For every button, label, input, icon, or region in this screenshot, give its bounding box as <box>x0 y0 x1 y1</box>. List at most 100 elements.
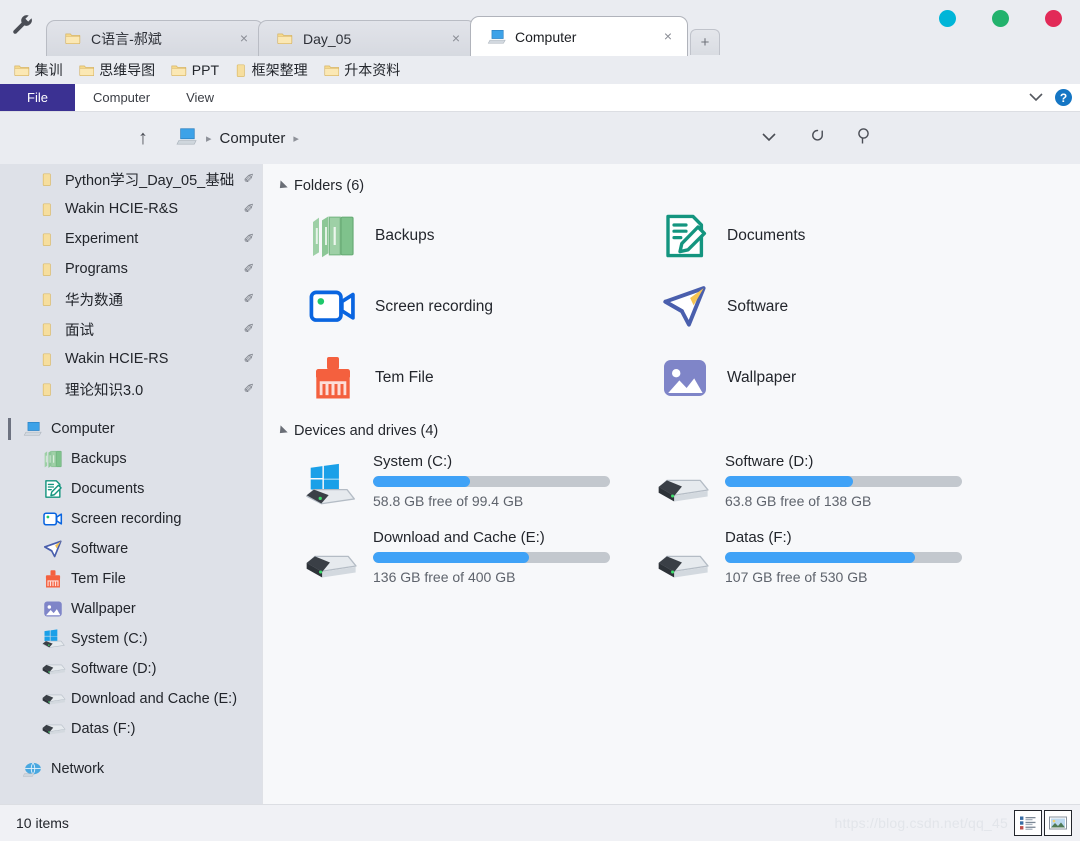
address-dropdown-icon[interactable] <box>745 129 793 147</box>
search-icon[interactable] <box>841 127 889 150</box>
bookmark-5[interactable]: 升本资料 <box>318 58 407 82</box>
sidebar-pinned-4[interactable]: Programs ✐ <box>0 254 263 284</box>
help-icon[interactable]: ? <box>1055 89 1072 106</box>
folders-grid: Backups Documents Screen recording Softw… <box>277 200 1080 413</box>
sidebar-pinned-2[interactable]: Wakin HCIE-R&S ✐ <box>0 194 263 224</box>
large-icons-view-button[interactable] <box>1044 810 1072 836</box>
close-button[interactable] <box>1045 10 1062 27</box>
paper-plane-icon <box>43 540 63 558</box>
bookmark-4[interactable]: 框架整理 <box>229 58 314 82</box>
folder-plain-icon <box>41 262 53 276</box>
close-icon[interactable]: × <box>659 28 677 46</box>
wrench-icon[interactable] <box>0 0 46 56</box>
collapse-triangle-icon-2[interactable] <box>276 425 288 437</box>
folder-item[interactable]: Documents <box>629 200 981 271</box>
nav-item-label: 华为数通 <box>65 292 123 309</box>
video-camera-icon <box>43 511 63 527</box>
tab-3[interactable]: Computer × <box>470 16 688 56</box>
bookmark-label: 框架整理 <box>251 62 308 78</box>
refresh-icon[interactable] <box>793 127 841 149</box>
sidebar-item-wallpaper[interactable]: Wallpaper <box>0 594 263 624</box>
sidebar-pinned-6[interactable]: 面试 ✐ <box>0 314 263 344</box>
computer-icon <box>487 28 507 45</box>
nav-item-label: Experiment <box>65 231 139 247</box>
pin-icon[interactable]: ✐ <box>241 201 257 217</box>
arrow-up-icon[interactable]: ↑ <box>138 127 148 150</box>
nav-item-label: Documents <box>71 481 145 497</box>
pin-icon[interactable]: ✐ <box>241 171 257 187</box>
close-icon[interactable]: × <box>235 30 253 48</box>
bookmark-3[interactable]: PPT <box>165 60 225 80</box>
folder-icon <box>324 63 340 77</box>
folder-item[interactable]: Screen recording <box>277 271 629 342</box>
drive-item[interactable]: System (C:) 58.8 GB free of 99.4 GB <box>277 445 629 521</box>
sidebar-pinned-3[interactable]: Experiment ✐ <box>0 224 263 254</box>
nav-item-label: Network <box>51 761 105 777</box>
sidebar-item-computer[interactable]: Computer <box>0 414 263 444</box>
drives-group-header[interactable]: Devices and drives (4) <box>276 423 1080 439</box>
tab-computer[interactable]: Computer <box>75 84 168 111</box>
folder-icon <box>277 31 293 45</box>
nav-item-label: System (C:) <box>71 631 148 647</box>
folder-item[interactable]: Backups <box>277 200 629 271</box>
sidebar-item-download-and-cache-e[interactable]: Download and Cache (E:) <box>0 684 263 714</box>
folder-item[interactable]: Wallpaper <box>629 342 981 413</box>
folder-plain-icon <box>41 232 53 246</box>
folder-item[interactable]: Software <box>629 271 981 342</box>
nav-item-label: Download and Cache (E:) <box>71 691 238 707</box>
tab-file[interactable]: File <box>0 84 75 111</box>
drive-icon <box>41 722 66 737</box>
breadcrumb[interactable]: ▸ Computer ▸ <box>176 126 299 151</box>
bookmark-label: PPT <box>191 62 220 78</box>
breadcrumb-separator-2: ▸ <box>293 132 299 145</box>
details-view-button[interactable] <box>1014 810 1042 836</box>
sidebar-item-datas-f[interactable]: Datas (F:) <box>0 714 263 744</box>
chevron-down-icon[interactable] <box>1029 89 1043 107</box>
sidebar-pinned-8[interactable]: 理论知识3.0 ✐ <box>0 374 263 404</box>
pin-icon[interactable]: ✐ <box>241 291 257 307</box>
maximize-button[interactable] <box>992 10 1009 27</box>
breadcrumb-separator: ▸ <box>206 132 212 145</box>
sidebar-item-backups[interactable]: Backups <box>0 444 263 474</box>
sidebar-item-tem-file[interactable]: Tem File <box>0 564 263 594</box>
sidebar-pinned-1[interactable]: Python学习_Day_05_基础 ✐ <box>0 164 263 194</box>
folder-plain-icon <box>41 172 53 186</box>
minimize-button[interactable] <box>939 10 956 27</box>
broom-icon <box>43 569 63 589</box>
close-icon[interactable]: × <box>447 30 465 48</box>
help-label: ? <box>1059 90 1068 105</box>
bookmark-1[interactable]: 集训 <box>8 58 69 82</box>
pin-icon[interactable]: ✐ <box>241 231 257 247</box>
pin-icon[interactable]: ✐ <box>241 261 257 277</box>
tab-1[interactable]: C语言-郝斌 × <box>46 20 264 56</box>
tab-strip: C语言-郝斌 × Day_05 × Computer × + <box>0 0 1080 56</box>
bookmark-label: 思维导图 <box>99 62 156 78</box>
computer-icon <box>23 420 43 437</box>
collapse-triangle-icon[interactable] <box>276 180 288 192</box>
tab-2[interactable]: Day_05 × <box>258 20 476 56</box>
ribbon-tabs: File Computer View ? <box>0 84 1080 112</box>
folders-group-header[interactable]: Folders (6) <box>276 178 1080 194</box>
drive-item[interactable]: Datas (F:) 107 GB free of 530 GB <box>629 521 981 597</box>
sidebar-item-software-d[interactable]: Software (D:) <box>0 654 263 684</box>
drive-item[interactable]: Download and Cache (E:) 136 GB free of 40… <box>277 521 629 597</box>
sidebar-pinned-7[interactable]: Wakin HCIE-RS ✐ <box>0 344 263 374</box>
sidebar-item-network[interactable]: Network <box>0 754 263 784</box>
sidebar-item-system-c[interactable]: System (C:) <box>0 624 263 654</box>
sidebar-item-screen-recording[interactable]: Screen recording <box>0 504 263 534</box>
new-tab-button[interactable]: + <box>690 29 720 55</box>
folder-item[interactable]: Tem File <box>277 342 629 413</box>
sidebar-item-software[interactable]: Software <box>0 534 263 564</box>
pin-icon[interactable]: ✐ <box>241 381 257 397</box>
sidebar-item-documents[interactable]: Documents <box>0 474 263 504</box>
backups-icon <box>309 212 357 260</box>
sidebar-pinned-5[interactable]: 华为数通 ✐ <box>0 284 263 314</box>
tab-view[interactable]: View <box>168 84 232 111</box>
pin-icon[interactable]: ✐ <box>241 351 257 367</box>
drive-item[interactable]: Software (D:) 63.8 GB free of 138 GB <box>629 445 981 521</box>
drive-name: Download and Cache (E:) <box>373 529 545 546</box>
pin-icon[interactable]: ✐ <box>241 321 257 337</box>
folder-icon <box>65 31 81 45</box>
bookmark-2[interactable]: 思维导图 <box>73 58 162 82</box>
folder-item-label: Screen recording <box>375 297 494 315</box>
